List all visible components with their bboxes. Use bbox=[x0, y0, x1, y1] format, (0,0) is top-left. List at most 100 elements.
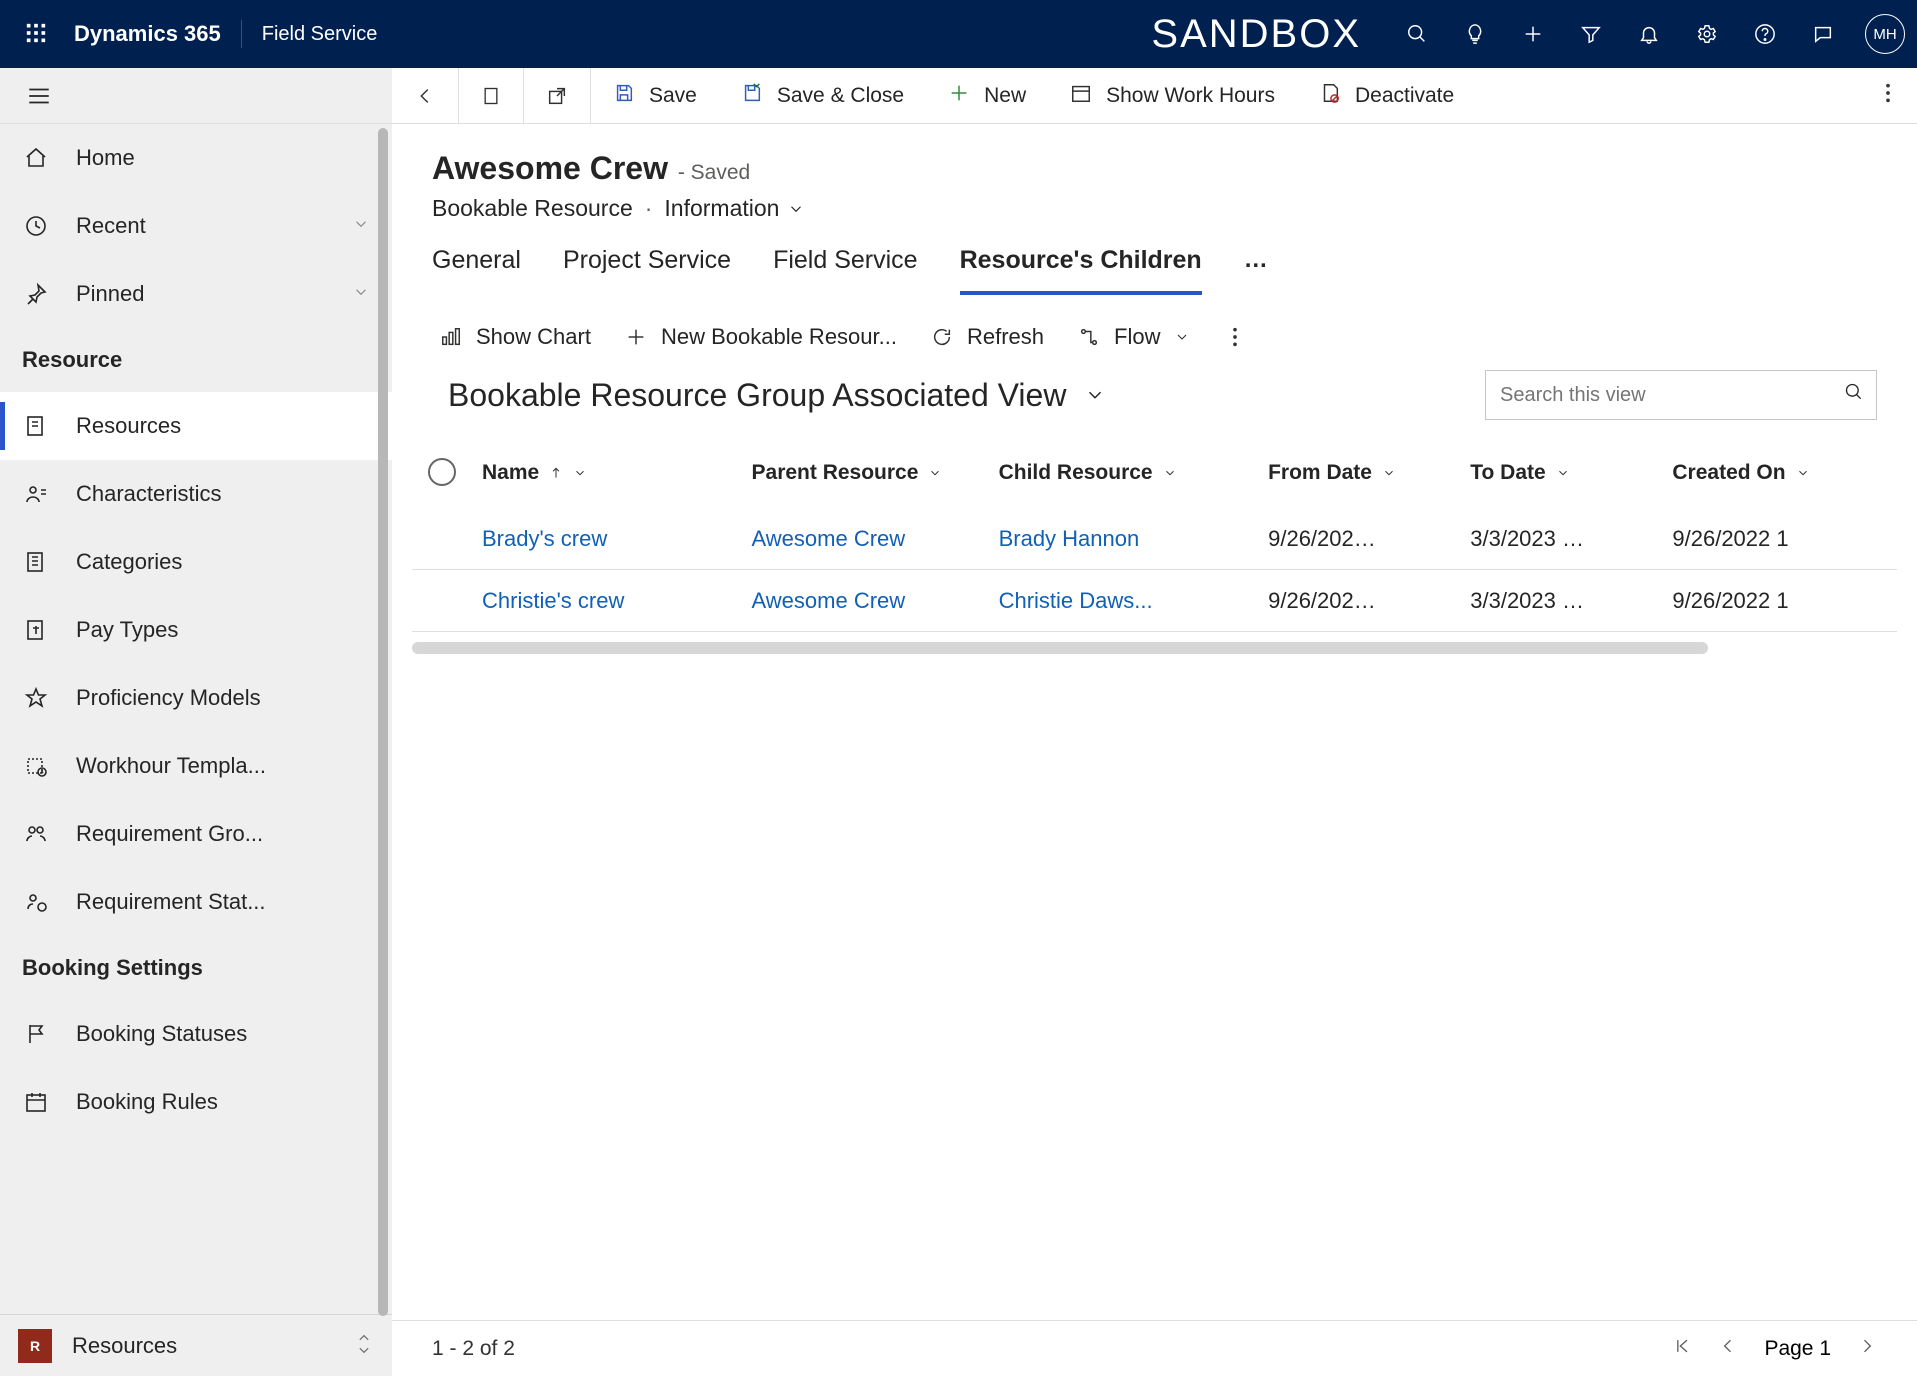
lightbulb-icon[interactable] bbox=[1459, 18, 1491, 50]
sidebar-item-proficiency-models[interactable]: Proficiency Models bbox=[0, 664, 392, 732]
column-header-created-on[interactable]: Created On bbox=[1672, 461, 1897, 485]
sidebar-heading-booking-settings: Booking Settings bbox=[0, 936, 392, 1000]
app-name-label[interactable]: Field Service bbox=[262, 23, 378, 46]
sidebar-item-label: Workhour Templa... bbox=[76, 753, 266, 779]
save-button[interactable]: Save bbox=[591, 68, 719, 123]
grid-horizontal-scrollbar[interactable] bbox=[412, 642, 1708, 654]
column-label: Name bbox=[482, 461, 539, 485]
entity-name: Bookable Resource bbox=[432, 195, 633, 222]
cell-name[interactable]: Brady's crew bbox=[482, 526, 752, 552]
new-button[interactable]: New bbox=[926, 68, 1048, 123]
sidebar-item-label: Categories bbox=[76, 549, 182, 575]
column-header-parent-resource[interactable]: Parent Resource bbox=[752, 461, 999, 485]
view-selector[interactable]: Bookable Resource Group Associated View bbox=[448, 377, 1106, 414]
calendar-icon bbox=[22, 1090, 50, 1114]
form-selector[interactable]: Information bbox=[664, 195, 805, 222]
category-icon bbox=[22, 550, 50, 574]
gear-icon[interactable] bbox=[1691, 18, 1723, 50]
select-all-checkbox[interactable] bbox=[428, 458, 456, 486]
grid-row[interactable]: Christie's crew Awesome Crew Christie Da… bbox=[412, 570, 1897, 632]
global-nav-bar: Dynamics 365 Field Service SANDBOX MH bbox=[0, 0, 1917, 68]
sidebar-scrollbar[interactable] bbox=[378, 128, 388, 1316]
resource-icon bbox=[22, 414, 50, 438]
tab-overflow-button[interactable]: … bbox=[1244, 246, 1270, 295]
cell-parent-resource[interactable]: Awesome Crew bbox=[752, 526, 999, 552]
popout-button[interactable] bbox=[524, 68, 591, 123]
cell-name[interactable]: Christie's crew bbox=[482, 588, 752, 614]
cell-child-resource[interactable]: Christie Daws... bbox=[999, 588, 1269, 614]
area-switcher[interactable]: R Resources bbox=[0, 1314, 392, 1376]
show-chart-button[interactable]: Show Chart bbox=[440, 324, 591, 350]
workhour-icon bbox=[22, 754, 50, 778]
sidebar-item-resources[interactable]: Resources bbox=[0, 392, 392, 460]
tab-general[interactable]: General bbox=[432, 246, 521, 295]
first-page-button[interactable] bbox=[1672, 1336, 1692, 1362]
sidebar-item-booking-rules[interactable]: Booking Rules bbox=[0, 1068, 392, 1136]
column-header-name[interactable]: Name bbox=[482, 461, 752, 485]
clock-icon bbox=[22, 214, 50, 238]
tab-project-service[interactable]: Project Service bbox=[563, 246, 731, 295]
search-input[interactable] bbox=[1498, 383, 1844, 408]
sidebar-item-pinned[interactable]: Pinned bbox=[0, 260, 392, 328]
command-label: Show Work Hours bbox=[1106, 84, 1275, 108]
brand-label[interactable]: Dynamics 365 bbox=[74, 21, 221, 47]
tab-resource-children[interactable]: Resource's Children bbox=[960, 246, 1202, 295]
column-label: Parent Resource bbox=[752, 461, 919, 485]
search-view-box[interactable] bbox=[1485, 370, 1877, 420]
column-header-child-resource[interactable]: Child Resource bbox=[999, 461, 1269, 485]
cell-parent-resource[interactable]: Awesome Crew bbox=[752, 588, 999, 614]
filter-icon[interactable] bbox=[1575, 18, 1607, 50]
back-button[interactable] bbox=[392, 68, 459, 123]
show-work-hours-button[interactable]: Show Work Hours bbox=[1048, 68, 1297, 123]
column-header-from-date[interactable]: From Date bbox=[1268, 461, 1470, 485]
command-label: New Bookable Resour... bbox=[661, 324, 897, 350]
home-icon bbox=[22, 146, 50, 170]
grid-header-row: Name Parent Resource Child Resource From… bbox=[412, 438, 1897, 508]
refresh-button[interactable]: Refresh bbox=[931, 324, 1044, 350]
app-waffle[interactable] bbox=[12, 22, 60, 47]
reqgroup-icon bbox=[22, 822, 50, 846]
plus-icon bbox=[948, 82, 970, 110]
command-label: Show Chart bbox=[476, 324, 591, 350]
subgrid: Name Parent Resource Child Resource From… bbox=[392, 438, 1917, 632]
sidebar-item-home[interactable]: Home bbox=[0, 124, 392, 192]
sidebar-item-categories[interactable]: Categories bbox=[0, 528, 392, 596]
next-page-button[interactable] bbox=[1857, 1336, 1877, 1362]
chevron-down-icon bbox=[1084, 384, 1106, 406]
sidebar-item-workhour-templates[interactable]: Workhour Templa... bbox=[0, 732, 392, 800]
assistant-icon[interactable] bbox=[1807, 18, 1839, 50]
sidebar-item-characteristics[interactable]: Characteristics bbox=[0, 460, 392, 528]
sidebar-item-requirement-statuses[interactable]: Requirement Stat... bbox=[0, 868, 392, 936]
bell-icon[interactable] bbox=[1633, 18, 1665, 50]
column-header-to-date[interactable]: To Date bbox=[1470, 461, 1672, 485]
tab-field-service[interactable]: Field Service bbox=[773, 246, 918, 295]
save-close-button[interactable]: Save & Close bbox=[719, 68, 926, 123]
add-icon[interactable] bbox=[1517, 18, 1549, 50]
help-icon[interactable] bbox=[1749, 18, 1781, 50]
sidebar-item-booking-statuses[interactable]: Booking Statuses bbox=[0, 1000, 392, 1068]
chevron-down-icon bbox=[928, 466, 942, 480]
cell-child-resource[interactable]: Brady Hannon bbox=[999, 526, 1269, 552]
search-icon[interactable] bbox=[1844, 382, 1864, 408]
open-record-set-button[interactable] bbox=[459, 68, 524, 123]
user-avatar[interactable]: MH bbox=[1865, 14, 1905, 54]
page-label: Page 1 bbox=[1764, 1337, 1831, 1361]
cell-created-on: 9/26/2022 1 bbox=[1672, 588, 1897, 614]
chevron-down-icon bbox=[1174, 329, 1190, 345]
subtitle-separator: · bbox=[645, 195, 653, 222]
area-tile: R bbox=[18, 1329, 52, 1363]
subgrid-overflow-button[interactable] bbox=[1224, 326, 1246, 348]
chevron-down-icon bbox=[1163, 466, 1177, 480]
sidebar-item-label: Recent bbox=[76, 213, 146, 239]
search-icon[interactable] bbox=[1401, 18, 1433, 50]
flow-button[interactable]: Flow bbox=[1078, 324, 1190, 350]
grid-row[interactable]: Brady's crew Awesome Crew Brady Hannon 9… bbox=[412, 508, 1897, 570]
deactivate-button[interactable]: Deactivate bbox=[1297, 68, 1476, 123]
new-bookable-resource-button[interactable]: New Bookable Resour... bbox=[625, 324, 897, 350]
command-overflow-button[interactable] bbox=[1859, 82, 1917, 110]
prev-page-button[interactable] bbox=[1718, 1336, 1738, 1362]
sidebar-item-pay-types[interactable]: Pay Types bbox=[0, 596, 392, 664]
sidebar-collapse-button[interactable] bbox=[0, 68, 392, 124]
sidebar-item-requirement-groups[interactable]: Requirement Gro... bbox=[0, 800, 392, 868]
sidebar-item-recent[interactable]: Recent bbox=[0, 192, 392, 260]
